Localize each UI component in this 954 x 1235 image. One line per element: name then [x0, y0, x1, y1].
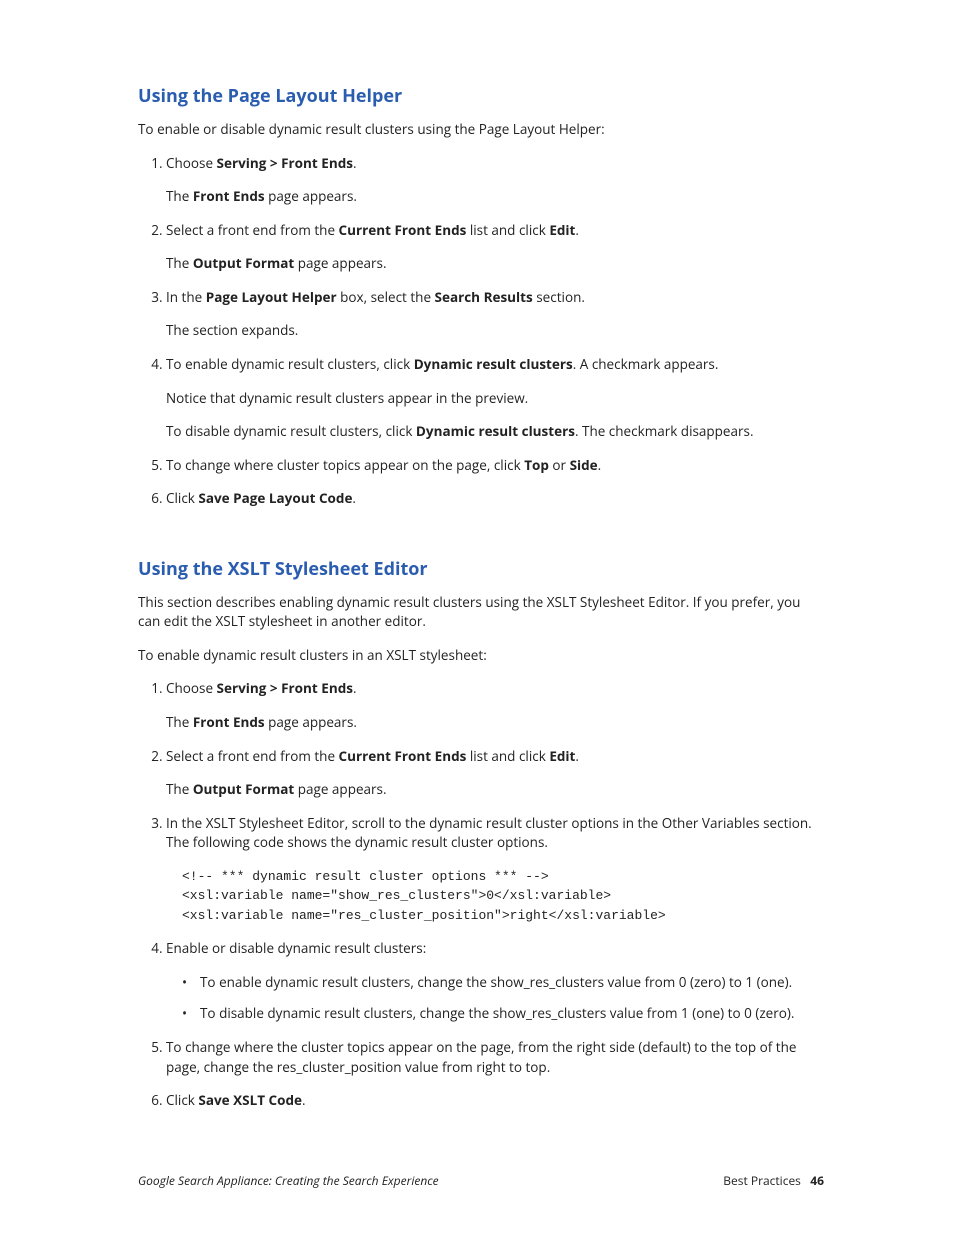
step-item: To enable dynamic result clusters, click… [166, 355, 824, 442]
section2-intro: This section describes enabling dynamic … [138, 593, 824, 632]
step-text: To enable dynamic result clusters, click… [166, 355, 824, 375]
footer-page-info: Best Practices 46 [723, 1172, 824, 1189]
page-footer: Google Search Appliance: Creating the Se… [138, 1172, 824, 1189]
step-item: Enable or disable dynamic result cluster… [166, 939, 824, 1024]
step-item: Click Save XSLT Code. [166, 1091, 824, 1111]
step-item: Select a front end from the Current Fron… [166, 221, 824, 274]
step-item: Click Save Page Layout Code. [166, 489, 824, 509]
step-item: To change where the cluster topics appea… [166, 1038, 824, 1077]
section2-lead: To enable dynamic result clusters in an … [138, 646, 824, 666]
section-heading-page-layout: Using the Page Layout Helper [138, 84, 824, 108]
section-heading-xslt: Using the XSLT Stylesheet Editor [138, 557, 824, 581]
step-item: Select a front end from the Current Fron… [166, 747, 824, 800]
step-subtext: The Output Format page appears. [166, 254, 824, 274]
step-text: Choose Serving > Front Ends. [166, 679, 824, 699]
step-text: To change where cluster topics appear on… [166, 456, 824, 476]
bullet-item: To disable dynamic result clusters, chan… [182, 1004, 824, 1024]
step-text: Choose Serving > Front Ends. [166, 154, 824, 174]
section1-intro: To enable or disable dynamic result clus… [138, 120, 824, 140]
step-text: In the XSLT Stylesheet Editor, scroll to… [166, 814, 824, 853]
step-text: Select a front end from the Current Fron… [166, 747, 824, 767]
step-text: Click Save Page Layout Code. [166, 489, 824, 509]
step-item: To change where cluster topics appear on… [166, 456, 824, 476]
step-text: To change where the cluster topics appea… [166, 1038, 824, 1077]
step-subtext: To disable dynamic result clusters, clic… [166, 422, 824, 442]
footer-section-label: Best Practices [723, 1172, 801, 1189]
step-subtext: The Output Format page appears. [166, 780, 824, 800]
step-subtext: The Front Ends page appears. [166, 187, 824, 207]
bullet-item: To enable dynamic result clusters, chang… [182, 973, 824, 993]
step-subtext: The Front Ends page appears. [166, 713, 824, 733]
section1-steps: Choose Serving > Front Ends. The Front En… [138, 154, 824, 509]
section2-steps: Choose Serving > Front Ends. The Front En… [138, 679, 824, 1110]
step-subtext: Notice that dynamic result clusters appe… [166, 389, 824, 409]
step-item: Choose Serving > Front Ends. The Front En… [166, 154, 824, 207]
step-subtext: The section expands. [166, 321, 824, 341]
code-block: <!-- *** dynamic result cluster options … [166, 867, 824, 926]
page-content: Using the Page Layout Helper To enable o… [0, 0, 954, 1111]
step-text: Enable or disable dynamic result cluster… [166, 939, 824, 959]
step-item: In the Page Layout Helper box, select th… [166, 288, 824, 341]
step-item: Choose Serving > Front Ends. The Front En… [166, 679, 824, 732]
step-text: In the Page Layout Helper box, select th… [166, 288, 824, 308]
footer-doc-title: Google Search Appliance: Creating the Se… [138, 1172, 439, 1189]
step-text: Select a front end from the Current Fron… [166, 221, 824, 241]
step-item: In the XSLT Stylesheet Editor, scroll to… [166, 814, 824, 926]
footer-page-number: 46 [810, 1172, 824, 1189]
bullet-list: To enable dynamic result clusters, chang… [166, 973, 824, 1024]
step-text: Click Save XSLT Code. [166, 1091, 824, 1111]
